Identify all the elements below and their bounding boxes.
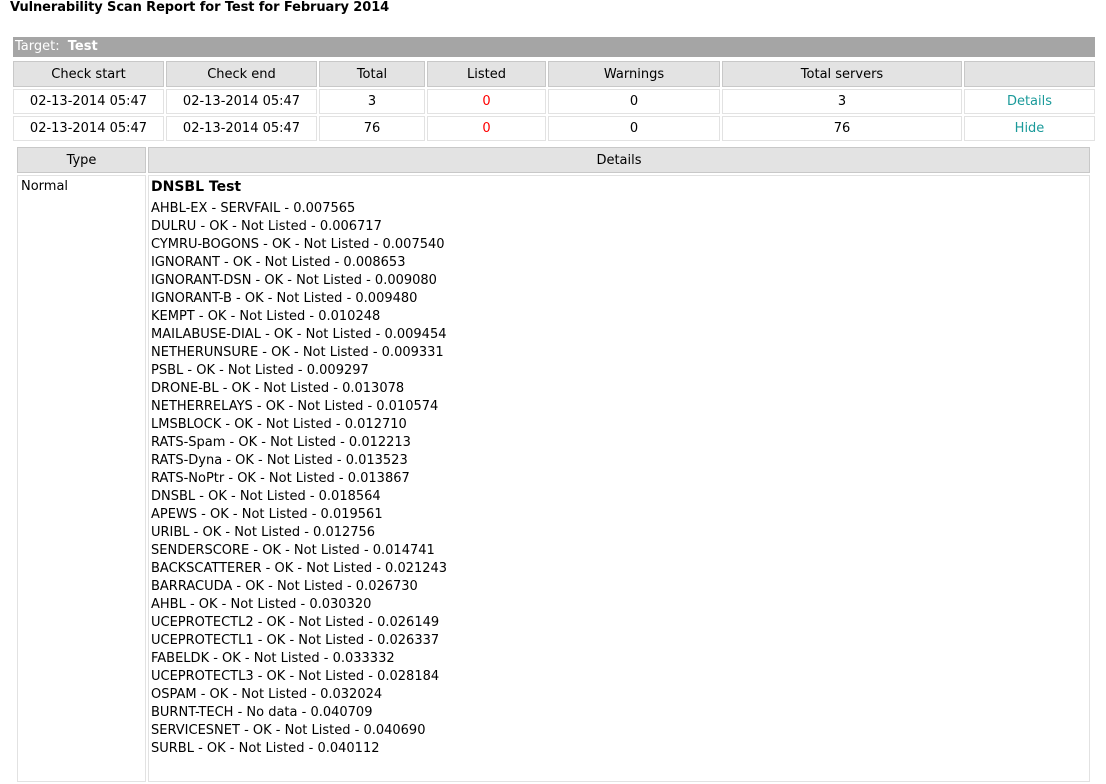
- test-title: DNSBL Test: [151, 179, 242, 195]
- check-end: 02-13-2014 05:47: [166, 116, 317, 141]
- result-line: LMSBLOCK - OK - Not Listed - 0.012710: [151, 417, 407, 432]
- col-type: Type: [17, 147, 146, 173]
- col-check-end: Check end: [166, 61, 317, 87]
- result-line: SERVICESNET - OK - Not Listed - 0.040690: [151, 723, 426, 738]
- total-servers: 76: [722, 116, 962, 141]
- result-line: FABELDK - OK - Not Listed - 0.033332: [151, 651, 395, 666]
- results-list: AHBL-EX - SERVFAIL - 0.007565 DULRU - OK …: [151, 200, 1087, 758]
- check-start: 02-13-2014 05:47: [13, 116, 164, 141]
- result-line: BACKSCATTERER - OK - Not Listed - 0.0212…: [151, 561, 448, 576]
- hide-link[interactable]: Hide: [1015, 121, 1045, 136]
- result-line: UCEPROTECTL3 - OK - Not Listed - 0.02818…: [151, 669, 440, 684]
- result-line: BURNT-TECH - No data - 0.040709: [151, 705, 373, 720]
- details-row: Normal DNSBL Test AHBL-EX - SERVFAIL - 0…: [17, 175, 1090, 782]
- result-line: APEWS - OK - Not Listed - 0.019561: [151, 507, 383, 522]
- type-cell: Normal: [17, 175, 146, 782]
- report-title: Vulnerability Scan Report for Test for F…: [10, 0, 390, 15]
- summary-header-row: Check start Check end Total Listed Warni…: [13, 61, 1095, 87]
- warnings: 0: [548, 89, 720, 114]
- col-listed: Listed: [427, 61, 546, 87]
- col-action: [964, 61, 1095, 87]
- total: 76: [319, 116, 425, 141]
- result-line: DNSBL - OK - Not Listed - 0.018564: [151, 489, 381, 504]
- result-line: PSBL - OK - Not Listed - 0.009297: [151, 363, 369, 378]
- result-line: NETHERRELAYS - OK - Not Listed - 0.01057…: [151, 399, 439, 414]
- details-table: Type Details Normal DNSBL Test AHBL-EX -…: [15, 145, 1092, 784]
- result-line: IGNORANT - OK - Not Listed - 0.008653: [151, 255, 406, 270]
- result-line: DULRU - OK - Not Listed - 0.006717: [151, 219, 382, 234]
- result-line: SURBL - OK - Not Listed - 0.040112: [151, 741, 380, 756]
- target-name: Test: [67, 39, 98, 54]
- col-total: Total: [319, 61, 425, 87]
- result-line: IGNORANT-DSN - OK - Not Listed - 0.00908…: [151, 273, 437, 288]
- check-end: 02-13-2014 05:47: [166, 89, 317, 114]
- result-line: RATS-NoPtr - OK - Not Listed - 0.013867: [151, 471, 410, 486]
- details-header-row: Type Details: [17, 147, 1090, 173]
- summary-table: Check start Check end Total Listed Warni…: [11, 59, 1097, 143]
- warnings: 0: [548, 116, 720, 141]
- result-line: BARRACUDA - OK - Not Listed - 0.026730: [151, 579, 418, 594]
- result-line: UCEPROTECTL2 - OK - Not Listed - 0.02614…: [151, 615, 440, 630]
- listed: 0: [427, 89, 546, 114]
- target-bar: Target: Test: [13, 37, 1095, 57]
- target-label: Target:: [15, 39, 60, 54]
- result-line: AHBL - OK - Not Listed - 0.030320: [151, 597, 372, 612]
- result-line: SENDERSCORE - OK - Not Listed - 0.014741: [151, 543, 435, 558]
- result-line: CYMRU-BOGONS - OK - Not Listed - 0.00754…: [151, 237, 445, 252]
- action-cell: Hide: [964, 116, 1095, 141]
- check-start: 02-13-2014 05:47: [13, 89, 164, 114]
- result-line: URIBL - OK - Not Listed - 0.012756: [151, 525, 376, 540]
- result-line: AHBL-EX - SERVFAIL - 0.007565: [151, 201, 356, 216]
- result-line: UCEPROTECTL1 - OK - Not Listed - 0.02633…: [151, 633, 440, 648]
- total: 3: [319, 89, 425, 114]
- col-check-start: Check start: [13, 61, 164, 87]
- col-details: Details: [148, 147, 1090, 173]
- result-line: MAILABUSE-DIAL - OK - Not Listed - 0.009…: [151, 327, 447, 342]
- result-line: RATS-Spam - OK - Not Listed - 0.012213: [151, 435, 411, 450]
- action-cell: Details: [964, 89, 1095, 114]
- details-cell: DNSBL Test AHBL-EX - SERVFAIL - 0.007565…: [148, 175, 1090, 782]
- summary-row: 02-13-2014 05:47 02-13-2014 05:47 76 0 0…: [13, 116, 1095, 141]
- result-line: KEMPT - OK - Not Listed - 0.010248: [151, 309, 381, 324]
- col-total-servers: Total servers: [722, 61, 962, 87]
- result-line: OSPAM - OK - Not Listed - 0.032024: [151, 687, 383, 702]
- result-line: RATS-Dyna - OK - Not Listed - 0.013523: [151, 453, 408, 468]
- result-line: IGNORANT-B - OK - Not Listed - 0.009480: [151, 291, 418, 306]
- details-link[interactable]: Details: [1007, 94, 1052, 109]
- result-line: DRONE-BL - OK - Not Listed - 0.013078: [151, 381, 405, 396]
- result-line: NETHERUNSURE - OK - Not Listed - 0.00933…: [151, 345, 444, 360]
- listed: 0: [427, 116, 546, 141]
- col-warnings: Warnings: [548, 61, 720, 87]
- total-servers: 3: [722, 89, 962, 114]
- summary-row: 02-13-2014 05:47 02-13-2014 05:47 3 0 0 …: [13, 89, 1095, 114]
